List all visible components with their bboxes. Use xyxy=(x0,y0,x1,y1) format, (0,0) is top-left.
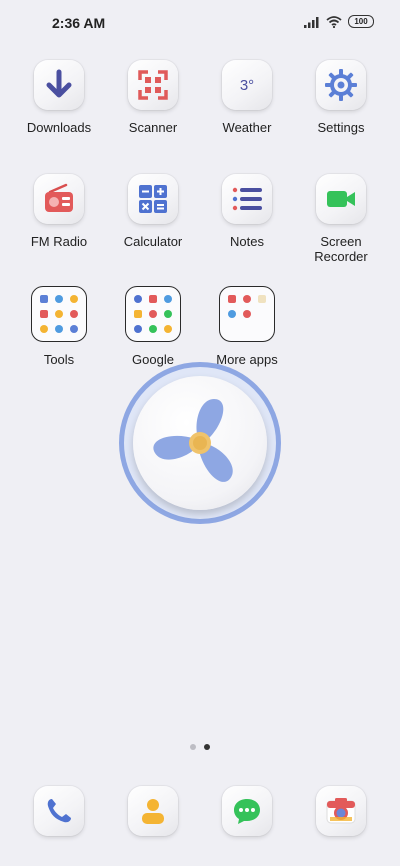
app-screen-recorder[interactable]: Screen Recorder xyxy=(294,174,388,264)
folder-app-icon xyxy=(134,325,142,333)
folder-app-icon xyxy=(40,295,48,303)
folder-more-apps-grid[interactable] xyxy=(219,286,275,342)
app-label: FM Radio xyxy=(30,234,88,249)
status-icons: 100 xyxy=(304,15,374,28)
folder-more-apps[interactable]: More apps xyxy=(200,286,294,367)
wifi-icon xyxy=(326,15,342,28)
app-weather[interactable]: 3° Weather xyxy=(200,60,294,135)
folder-app-icon xyxy=(243,325,251,333)
notes-icon xyxy=(232,187,262,211)
folder-google[interactable]: Google xyxy=(106,286,200,367)
folder-app-icon xyxy=(40,325,48,333)
calculator-tile[interactable] xyxy=(128,174,178,224)
folder-app-icon xyxy=(258,310,266,318)
battery-indicator: 100 xyxy=(348,15,374,28)
contacts-icon xyxy=(142,799,164,824)
folder-app-icon xyxy=(134,310,142,318)
folder-app-icon xyxy=(40,310,48,318)
status-time: 2:36 AM xyxy=(52,15,106,31)
folder-google-grid[interactable] xyxy=(125,286,181,342)
folder-app-icon xyxy=(55,310,63,318)
folder-app-icon xyxy=(243,310,251,318)
status-bar: 2:36 AM 100 xyxy=(0,0,400,44)
folder-app-icon xyxy=(70,295,78,303)
folder-tools[interactable]: Tools xyxy=(12,286,106,367)
folder-app-icon xyxy=(228,295,236,303)
download-arrow-icon xyxy=(46,69,72,98)
folder-app-icon xyxy=(258,325,266,333)
app-downloads[interactable]: Downloads xyxy=(12,60,106,135)
signal-icon xyxy=(304,16,319,28)
dock-contacts[interactable] xyxy=(128,786,178,836)
folder-label: Tools xyxy=(43,352,75,367)
folder-app-icon xyxy=(228,325,236,333)
app-label: Downloads xyxy=(26,120,92,135)
radio-icon xyxy=(45,183,73,212)
folder-app-icon xyxy=(70,325,78,333)
calculator-icon xyxy=(139,185,167,213)
phone-icon xyxy=(47,799,71,823)
folder-app-icon xyxy=(70,310,78,318)
gear-icon xyxy=(325,69,357,101)
downloads-tile[interactable] xyxy=(34,60,84,110)
folder-app-icon xyxy=(55,325,63,333)
folder-app-icon xyxy=(149,295,157,303)
dock-camera[interactable] xyxy=(316,786,366,836)
folder-app-icon xyxy=(243,295,251,303)
folder-app-icon xyxy=(149,325,157,333)
app-label: Notes xyxy=(230,234,264,249)
weather-tile[interactable]: 3° xyxy=(222,60,272,110)
fm-radio-tile[interactable] xyxy=(34,174,84,224)
app-label: Calculator xyxy=(123,234,183,249)
fan-blade-icon xyxy=(153,399,233,482)
folder-app-icon xyxy=(228,310,236,318)
folder-app-icon xyxy=(164,310,172,318)
folder-app-icon xyxy=(258,295,266,303)
page-dot xyxy=(190,744,196,750)
camera-icon xyxy=(326,798,356,824)
app-label: Settings xyxy=(317,120,365,135)
settings-tile[interactable] xyxy=(316,60,366,110)
app-settings[interactable]: Settings xyxy=(294,60,388,135)
folder-app-icon xyxy=(55,295,63,303)
dock-messages[interactable] xyxy=(222,786,272,836)
app-calculator[interactable]: Calculator xyxy=(106,174,200,249)
folder-app-icon xyxy=(149,310,157,318)
app-scanner[interactable]: Scanner xyxy=(106,60,200,135)
folder-tools-grid[interactable] xyxy=(31,286,87,342)
folder-app-icon xyxy=(164,325,172,333)
dock-phone[interactable] xyxy=(34,786,84,836)
notes-tile[interactable] xyxy=(222,174,272,224)
app-fm-radio[interactable]: FM Radio xyxy=(12,174,106,249)
page-dot-active xyxy=(204,744,210,750)
video-camera-icon xyxy=(327,191,355,207)
weather-icon: 3° xyxy=(239,76,255,94)
screen-recorder-tile[interactable] xyxy=(316,174,366,224)
page-indicator xyxy=(0,744,400,750)
messages-icon xyxy=(234,799,260,824)
app-label: Weather xyxy=(222,120,272,135)
app-label: Screen Recorder xyxy=(314,234,368,264)
fan-widget[interactable] xyxy=(119,362,281,524)
app-notes[interactable]: Notes xyxy=(200,174,294,249)
folder-app-icon xyxy=(164,295,172,303)
scanner-tile[interactable] xyxy=(128,60,178,110)
scanner-icon xyxy=(138,70,168,100)
app-label: Scanner xyxy=(128,120,178,135)
folder-app-icon xyxy=(134,295,142,303)
